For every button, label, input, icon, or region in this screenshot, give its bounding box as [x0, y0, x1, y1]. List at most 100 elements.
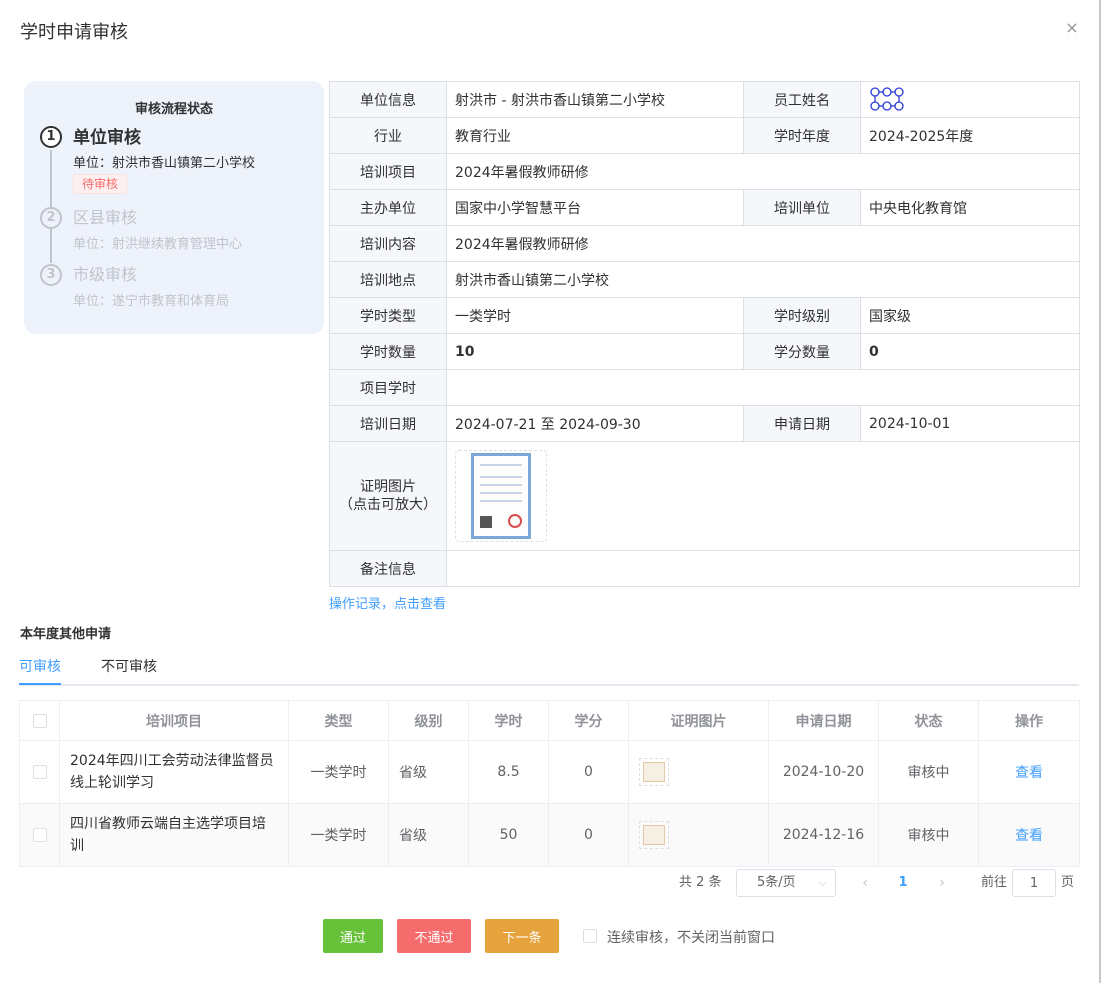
active-tab-indicator — [19, 683, 61, 685]
reject-button[interactable]: 不通过 — [397, 919, 471, 953]
view-link[interactable]: 查看 — [1015, 828, 1043, 844]
hour-level-value: 国家级 — [860, 297, 1080, 334]
certificate-thumbnail-icon[interactable] — [639, 758, 669, 786]
column-header: 级别 — [388, 700, 469, 741]
row-type: 一类学时 — [288, 803, 389, 867]
row-credits: 0 — [548, 740, 629, 804]
certificate-label-line1: 证明图片 — [360, 479, 416, 495]
content-value: 2024年暑假教师研修 — [446, 225, 1080, 262]
table-row: 四川省教师云端自主选学项目培训 一类学时 省级 50 0 2024-12-16 … — [19, 803, 1080, 867]
other-applications-title: 本年度其他申请 — [20, 627, 112, 642]
next-item-button[interactable]: 下一条 — [485, 919, 559, 953]
row-status: 审核中 — [878, 803, 979, 867]
training-unit-value: 中央电化教育馆 — [860, 189, 1080, 226]
application-info-table: 单位信息 射洪市 - 射洪市香山镇第二小学校 员工姓名 行业 教育行业 学时年度… — [329, 81, 1080, 587]
continuous-review-checkbox[interactable] — [583, 929, 597, 943]
row-checkbox[interactable] — [32, 765, 47, 779]
row-date: 2024-12-16 — [768, 803, 879, 867]
column-header: 学时 — [468, 700, 549, 741]
row-level: 省级 — [388, 803, 469, 867]
row-credits: 0 — [548, 803, 629, 867]
status-panel-title: 审核流程状态 — [134, 102, 213, 117]
view-link[interactable]: 查看 — [1015, 765, 1043, 781]
current-page-number[interactable]: 1 — [893, 869, 913, 897]
step-unit: 单位：射洪市香山镇第二小学校 — [73, 156, 256, 171]
unit-info-value: 射洪市 - 射洪市香山镇第二小学校 — [446, 81, 744, 118]
row-action-cell: 查看 — [978, 803, 1080, 867]
select-all-checkbox[interactable] — [32, 713, 47, 728]
column-header: 培训项目 — [59, 700, 289, 741]
column-header: 操作 — [978, 700, 1080, 741]
continuous-review-label: 连续审核，不关闭当前窗口 — [607, 930, 775, 946]
row-project: 四川省教师云端自主选学项目培训 — [59, 803, 289, 867]
certificate-thumbnail[interactable] — [455, 450, 547, 542]
row-select-cell — [19, 740, 60, 804]
year-value: 2024-2025年度 — [860, 117, 1080, 154]
column-header: 学分 — [548, 700, 629, 741]
next-page-button[interactable]: › — [932, 869, 952, 897]
hour-type-label: 学时类型 — [329, 297, 447, 334]
page-size-select[interactable]: 5条/页 ⌵ — [736, 869, 836, 897]
step-name: 市级审核 — [73, 265, 138, 284]
apply-date-label: 申请日期 — [743, 405, 861, 442]
goto-page-input[interactable] — [1012, 869, 1056, 897]
row-certificate-cell — [628, 740, 769, 804]
project-hours-value — [446, 369, 1080, 406]
apply-date-value: 2024-10-01 — [860, 405, 1080, 442]
industry-label: 行业 — [329, 117, 447, 154]
step-number: 3 — [40, 264, 62, 286]
step-unit: 单位：遂宁市教育和体育局 — [73, 294, 230, 309]
row-date: 2024-10-20 — [768, 740, 879, 804]
location-label: 培训地点 — [329, 261, 447, 298]
certificate-image-icon — [471, 453, 531, 539]
host-unit-label: 主办单位 — [329, 189, 447, 226]
industry-value: 教育行业 — [446, 117, 744, 154]
row-project: 2024年四川工会劳动法律监督员线上轮训学习 — [59, 740, 289, 804]
table-header-row: 培训项目 类型 级别 学时 学分 证明图片 申请日期 状态 操作 — [19, 700, 1080, 741]
step-connector — [50, 229, 52, 263]
goto-label: 前往 — [981, 875, 1008, 890]
year-label: 学时年度 — [743, 117, 861, 154]
approve-button[interactable]: 通过 — [323, 919, 383, 953]
certificate-label: 证明图片 （点击可放大） — [329, 441, 447, 551]
applications-tabs: 可审核 不可审核 — [19, 650, 1079, 686]
project-hours-label: 项目学时 — [329, 369, 447, 406]
step-name: 单位审核 — [73, 128, 141, 148]
row-hours: 50 — [468, 803, 549, 867]
step-unit: 单位：射洪继续教育管理中心 — [73, 237, 243, 252]
column-header: 申请日期 — [768, 700, 879, 741]
row-select-cell — [19, 803, 60, 867]
operation-record-link[interactable]: 操作记录，点击查看 — [329, 593, 446, 612]
credits-label: 学分数量 — [743, 333, 861, 370]
close-icon[interactable]: × — [1064, 20, 1080, 36]
certificate-thumbnail-icon[interactable] — [639, 821, 669, 849]
row-checkbox[interactable] — [32, 828, 47, 842]
credits-value: 0 — [860, 333, 1080, 370]
tab-reviewable[interactable]: 可审核 — [19, 656, 61, 676]
remark-value — [446, 550, 1080, 587]
step-number: 2 — [40, 207, 62, 229]
prev-page-button[interactable]: ‹ — [855, 869, 875, 897]
employee-name-redacted-icon — [870, 86, 904, 111]
row-type: 一类学时 — [288, 740, 389, 804]
step-connector — [50, 150, 52, 207]
certificate-label-line2: （点击可放大） — [339, 497, 437, 513]
hour-level-label: 学时级别 — [743, 297, 861, 334]
row-level: 省级 — [388, 740, 469, 804]
remark-label: 备注信息 — [329, 550, 447, 587]
step-name: 区县审核 — [73, 208, 138, 227]
step-number: 1 — [40, 126, 62, 148]
page-size-value: 5条/页 — [757, 875, 796, 890]
hours-value: 10 — [446, 333, 744, 370]
column-header: 证明图片 — [628, 700, 769, 741]
project-label: 培训项目 — [329, 153, 447, 190]
training-unit-label: 培训单位 — [743, 189, 861, 226]
row-status: 审核中 — [878, 740, 979, 804]
table-row: 2024年四川工会劳动法律监督员线上轮训学习 一类学时 省级 8.5 0 202… — [19, 740, 1080, 804]
hour-type-value: 一类学时 — [446, 297, 744, 334]
column-header: 状态 — [878, 700, 979, 741]
other-applications-table: 培训项目 类型 级别 学时 学分 证明图片 申请日期 状态 操作 2024年四川… — [19, 700, 1080, 867]
dialog-title: 学时申请审核 — [20, 22, 128, 43]
page-unit-label: 页 — [1061, 875, 1075, 890]
tab-not-reviewable[interactable]: 不可审核 — [101, 656, 157, 676]
